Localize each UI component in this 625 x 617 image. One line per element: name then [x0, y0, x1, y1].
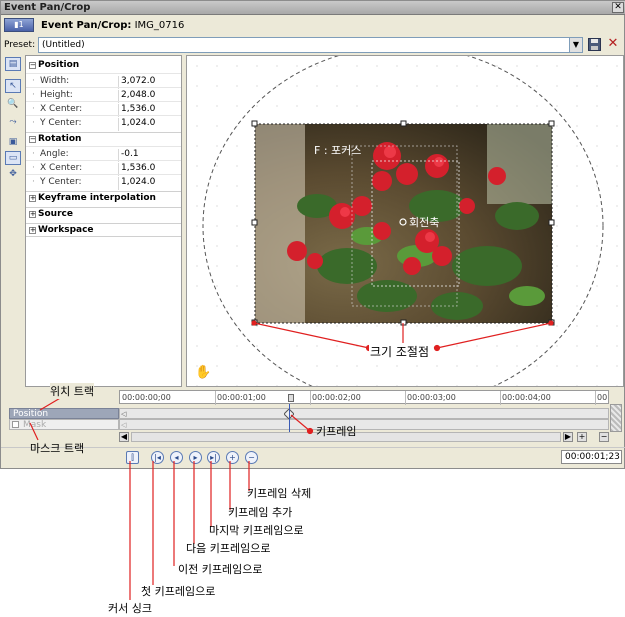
previous-keyframe-annotation: 이전 키프레임으로 [178, 563, 263, 576]
add-keyframe-annotation: 키프레임 추가 [228, 506, 293, 519]
cursor-sync-annotation: 커서 싱크 [108, 602, 152, 615]
next-keyframe-annotation: 다음 키프레임으로 [186, 542, 271, 555]
first-keyframe-annotation: 첫 키프레임으로 [141, 585, 216, 598]
mask-track-annotation: 마스크 트랙 [30, 442, 85, 455]
position-track-annotation: 위치 트랙 [50, 383, 94, 399]
keyframe-annotation: 키프레임 [316, 425, 357, 438]
delete-keyframe-annotation: 키프레임 삭제 [247, 487, 312, 500]
annotation-lines [29, 396, 314, 600]
last-keyframe-annotation: 마지막 키프레임으로 [209, 524, 304, 537]
